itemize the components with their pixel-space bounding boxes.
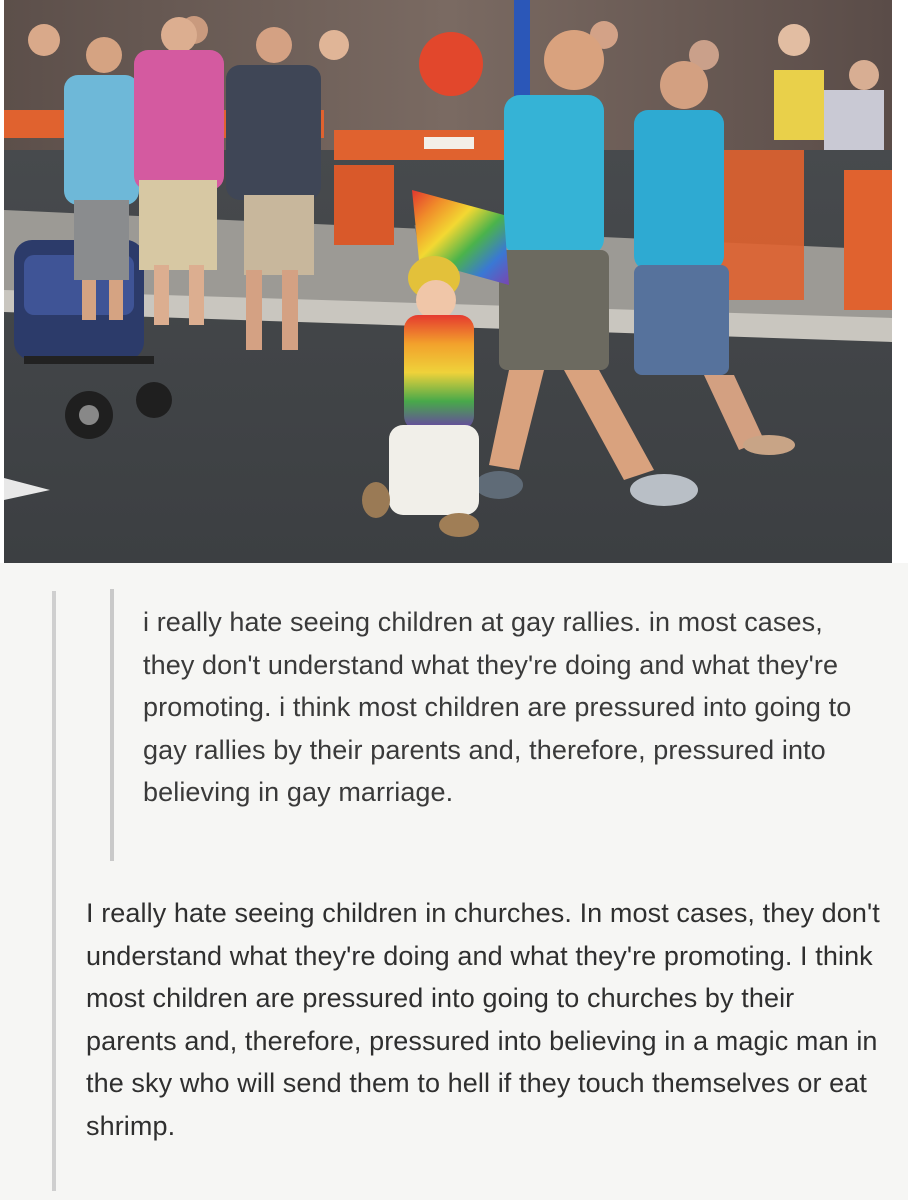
parade-scene-image bbox=[4, 0, 892, 563]
quote-indent-rule bbox=[110, 589, 114, 861]
original-quote-text: i really hate seeing children at gay ral… bbox=[143, 607, 852, 807]
reply-text: I really hate seeing children in churche… bbox=[86, 898, 880, 1141]
reblog-indent-rule bbox=[52, 591, 56, 1191]
tumblr-post: i really hate seeing children at gay ral… bbox=[0, 563, 908, 1200]
walker-left bbox=[64, 37, 139, 320]
pride-parade-photo bbox=[4, 0, 892, 563]
pole bbox=[514, 0, 530, 110]
red-balloon bbox=[419, 32, 483, 96]
